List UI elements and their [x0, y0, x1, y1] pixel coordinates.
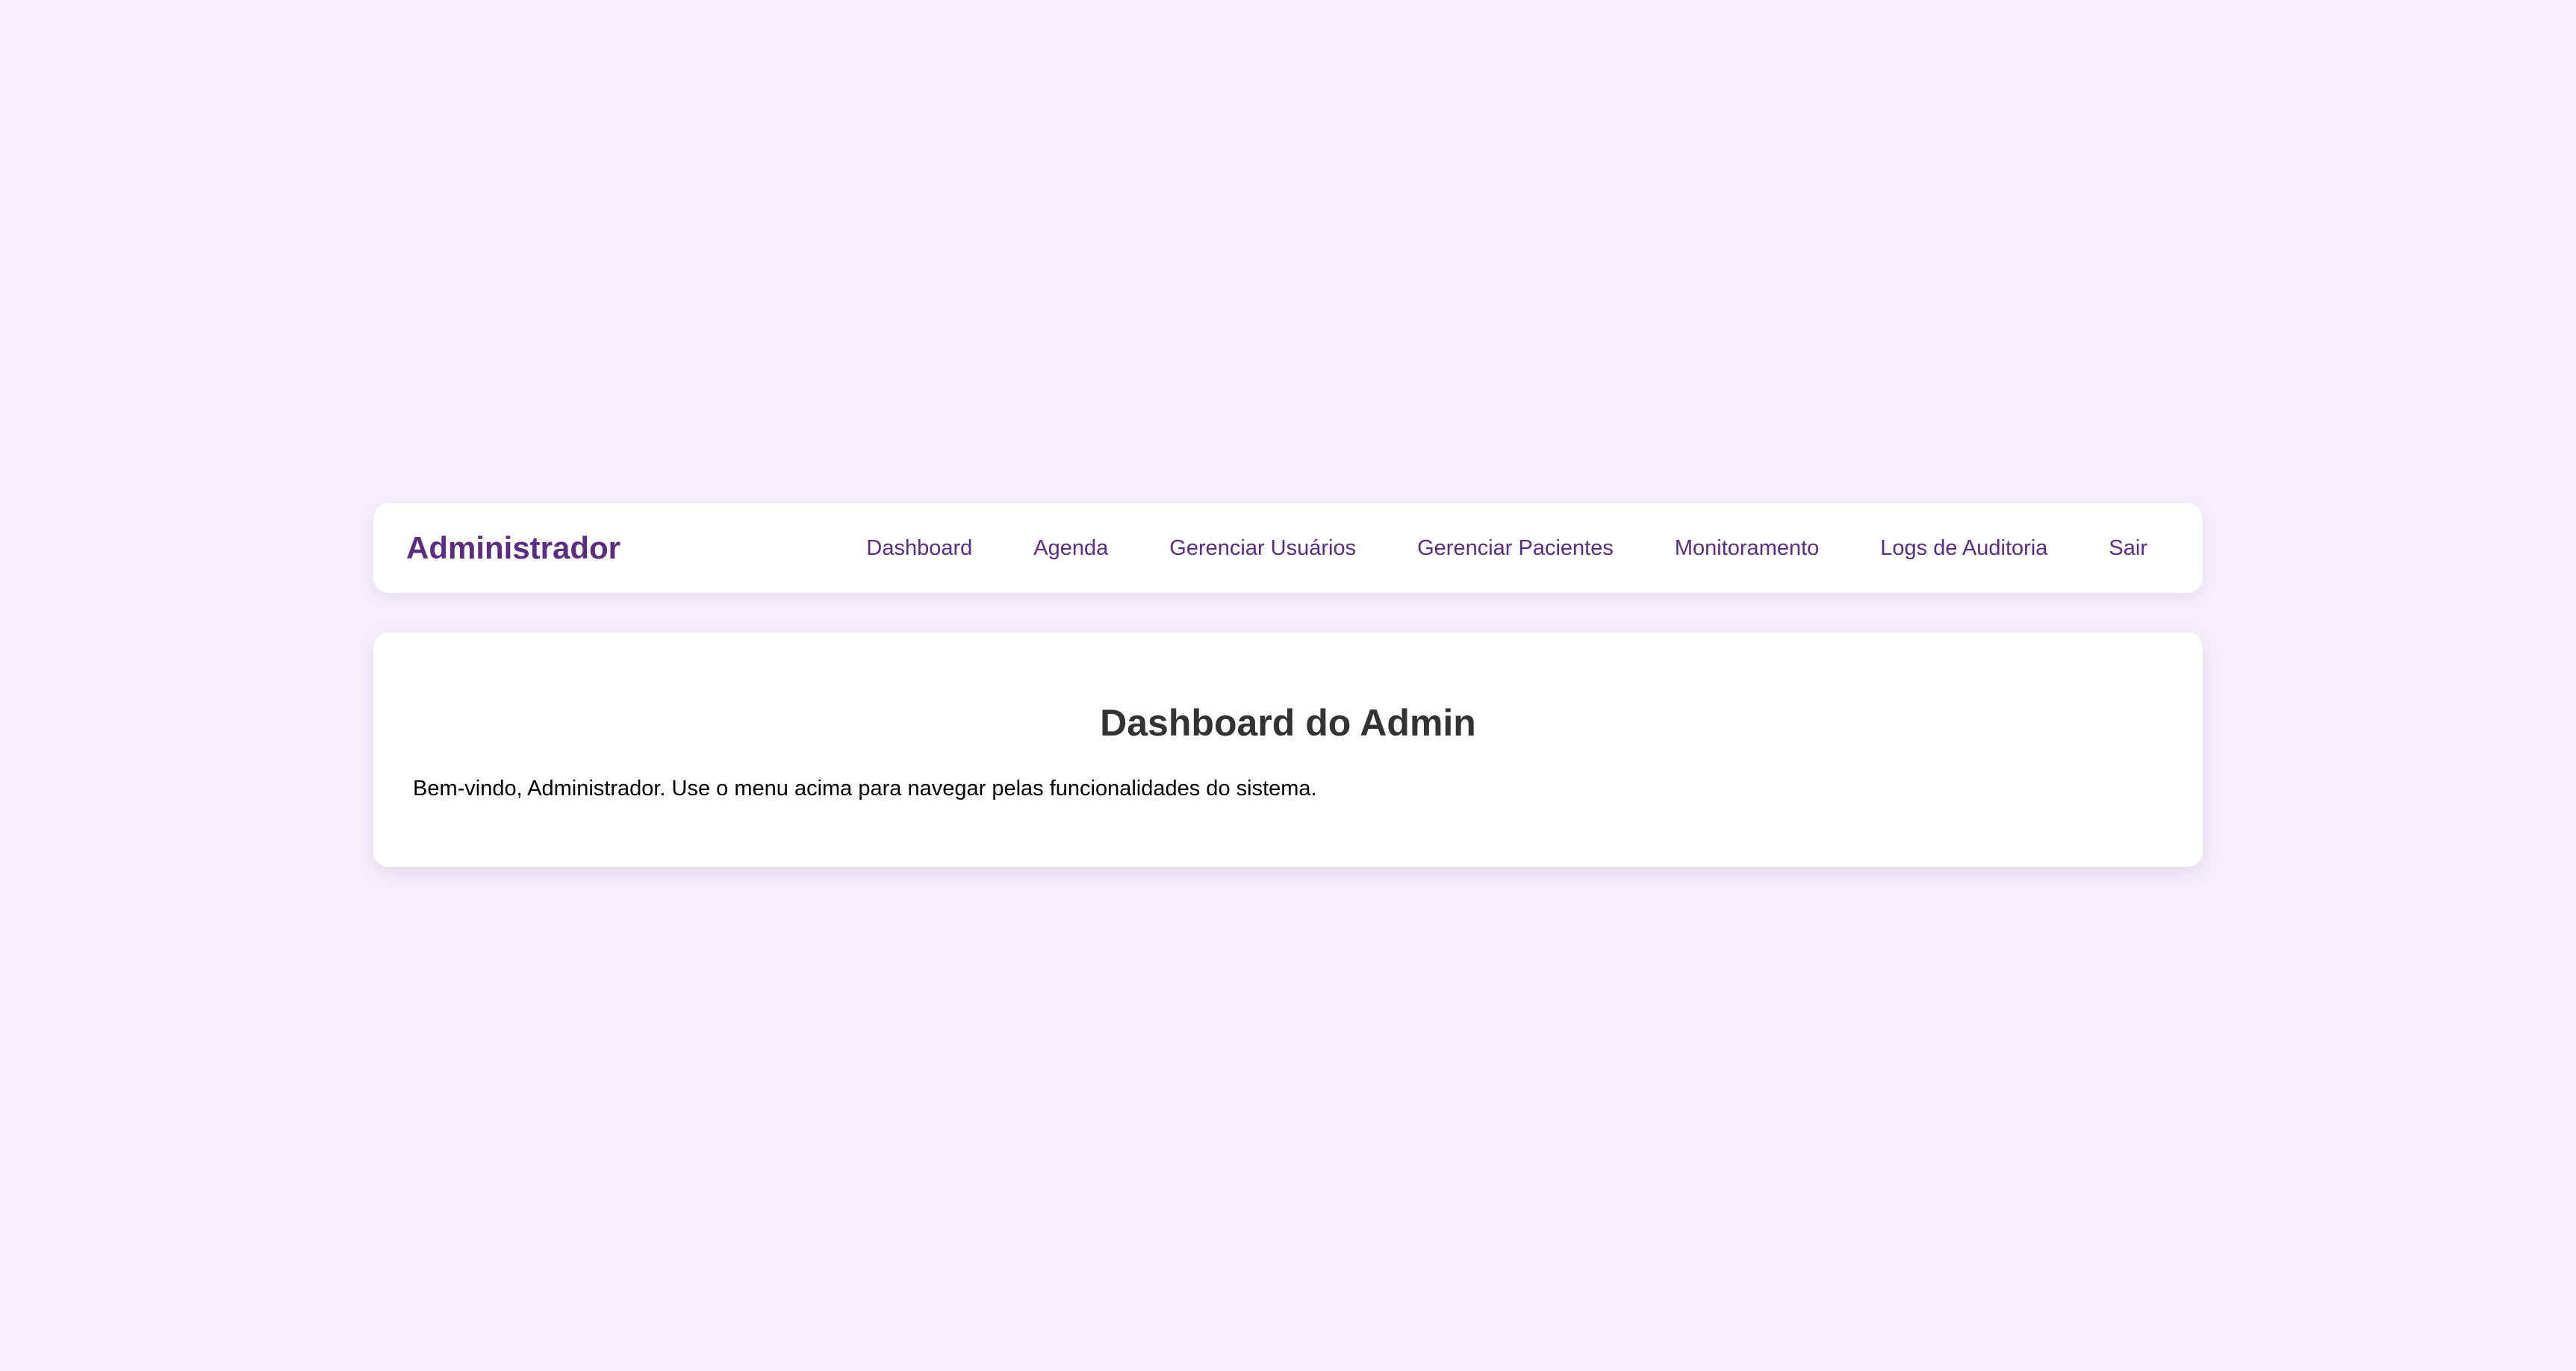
brand-title: Administrador — [406, 530, 621, 565]
dashboard-card: Dashboard do Admin Bem-vindo, Administra… — [373, 632, 2203, 867]
welcome-message: Bem-vindo, Administrador. Use o menu aci… — [413, 777, 1317, 800]
nav-link-agenda[interactable]: Agenda — [1003, 536, 1139, 561]
nav-link-monitoramento[interactable]: Monitoramento — [1644, 536, 1849, 561]
nav-link-gerenciar-usuarios[interactable]: Gerenciar Usuários — [1139, 536, 1387, 561]
nav-link-logs-auditoria[interactable]: Logs de Auditoria — [1849, 536, 2078, 561]
nav-link-sair[interactable]: Sair — [2078, 536, 2170, 561]
navbar: Administrador Dashboard Agenda Gerenciar… — [373, 503, 2203, 593]
page-container: Administrador Dashboard Agenda Gerenciar… — [373, 503, 2203, 867]
nav-links: Dashboard Agenda Gerenciar Usuários Gere… — [836, 536, 2170, 561]
nav-link-dashboard[interactable]: Dashboard — [836, 536, 1003, 561]
nav-link-gerenciar-pacientes[interactable]: Gerenciar Pacientes — [1387, 536, 1644, 561]
page-title: Dashboard do Admin — [1100, 702, 1476, 744]
